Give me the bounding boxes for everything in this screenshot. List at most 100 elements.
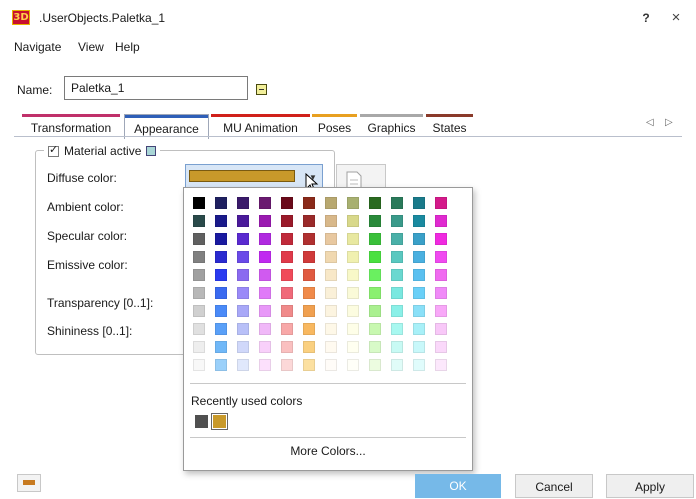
color-swatch[interactable] [193, 341, 205, 353]
color-swatch[interactable] [391, 287, 403, 299]
color-swatch[interactable] [435, 233, 447, 245]
color-swatch[interactable] [435, 197, 447, 209]
color-swatch[interactable] [347, 341, 359, 353]
color-swatch[interactable] [259, 197, 271, 209]
color-swatch[interactable] [413, 197, 425, 209]
color-swatch[interactable] [369, 341, 381, 353]
color-swatch[interactable] [259, 251, 271, 263]
menu-navigate[interactable]: Navigate [14, 40, 61, 54]
color-swatch[interactable] [435, 251, 447, 263]
color-swatch[interactable] [369, 197, 381, 209]
color-swatch[interactable] [281, 341, 293, 353]
color-swatch[interactable] [303, 359, 315, 371]
color-swatch[interactable] [391, 197, 403, 209]
color-swatch[interactable] [391, 215, 403, 227]
color-swatch[interactable] [281, 197, 293, 209]
color-swatch[interactable] [237, 233, 249, 245]
color-swatch[interactable] [347, 287, 359, 299]
color-swatch[interactable] [413, 323, 425, 335]
color-swatch[interactable] [369, 233, 381, 245]
color-swatch[interactable] [391, 359, 403, 371]
color-swatch[interactable] [215, 341, 227, 353]
color-swatch[interactable] [281, 233, 293, 245]
color-swatch[interactable] [435, 215, 447, 227]
color-swatch[interactable] [259, 269, 271, 281]
color-swatch[interactable] [325, 359, 337, 371]
menu-view[interactable]: View [78, 40, 104, 54]
color-swatch[interactable] [303, 197, 315, 209]
color-swatch[interactable] [325, 269, 337, 281]
tab-scroll-left-icon[interactable]: ◁ [646, 117, 654, 128]
apply-button[interactable]: Apply [606, 474, 694, 498]
color-swatch[interactable] [303, 269, 315, 281]
color-swatch[interactable] [215, 359, 227, 371]
color-swatch[interactable] [325, 197, 337, 209]
tab-transformation[interactable]: Transformation [22, 114, 120, 136]
color-swatch[interactable] [237, 359, 249, 371]
color-swatch[interactable] [325, 323, 337, 335]
color-swatch[interactable] [281, 287, 293, 299]
color-swatch[interactable] [391, 323, 403, 335]
color-swatch[interactable] [347, 323, 359, 335]
color-swatch[interactable] [259, 215, 271, 227]
color-swatch[interactable] [369, 359, 381, 371]
tab-graphics[interactable]: Graphics [360, 114, 423, 136]
color-swatch[interactable] [325, 215, 337, 227]
color-swatch[interactable] [193, 269, 205, 281]
color-swatch[interactable] [325, 305, 337, 317]
color-swatch[interactable] [413, 215, 425, 227]
color-swatch[interactable] [391, 269, 403, 281]
color-swatch[interactable] [237, 323, 249, 335]
color-swatch[interactable] [391, 341, 403, 353]
color-swatch[interactable] [325, 287, 337, 299]
color-swatch[interactable] [281, 215, 293, 227]
color-swatch[interactable] [237, 197, 249, 209]
color-swatch[interactable] [193, 323, 205, 335]
color-swatch[interactable] [303, 233, 315, 245]
color-swatch[interactable] [391, 305, 403, 317]
color-swatch[interactable] [259, 359, 271, 371]
color-swatch[interactable] [369, 251, 381, 263]
color-swatch[interactable] [259, 323, 271, 335]
ok-button[interactable]: OK [415, 474, 501, 498]
color-swatch[interactable] [347, 251, 359, 263]
name-options-button[interactable] [256, 84, 267, 95]
color-swatch[interactable] [435, 269, 447, 281]
tab-scroll-right-icon[interactable]: ▷ [665, 117, 673, 128]
color-swatch[interactable] [413, 251, 425, 263]
color-swatch[interactable] [193, 233, 205, 245]
color-swatch[interactable] [281, 251, 293, 263]
color-swatch[interactable] [369, 287, 381, 299]
color-swatch[interactable] [259, 305, 271, 317]
color-swatch[interactable] [435, 323, 447, 335]
name-input[interactable] [64, 76, 248, 100]
color-swatch[interactable] [369, 269, 381, 281]
color-swatch[interactable] [215, 269, 227, 281]
color-swatch[interactable] [303, 323, 315, 335]
color-swatch[interactable] [215, 287, 227, 299]
color-swatch[interactable] [215, 215, 227, 227]
color-swatch[interactable] [413, 233, 425, 245]
color-swatch[interactable] [215, 197, 227, 209]
color-swatch[interactable] [303, 341, 315, 353]
tab-mu-animation[interactable]: MU Animation [211, 114, 310, 136]
tab-poses[interactable]: Poses [312, 114, 357, 136]
color-swatch[interactable] [237, 287, 249, 299]
color-swatch[interactable] [193, 251, 205, 263]
color-swatch[interactable] [347, 305, 359, 317]
color-swatch[interactable] [193, 287, 205, 299]
color-swatch[interactable] [325, 251, 337, 263]
color-swatch[interactable] [237, 341, 249, 353]
menu-help[interactable]: Help [115, 40, 140, 54]
color-swatch[interactable] [435, 287, 447, 299]
color-swatch[interactable] [281, 323, 293, 335]
color-swatch[interactable] [237, 215, 249, 227]
color-swatch[interactable] [259, 233, 271, 245]
cancel-button[interactable]: Cancel [515, 474, 593, 498]
color-swatch[interactable] [347, 269, 359, 281]
color-swatch[interactable] [435, 305, 447, 317]
color-swatch[interactable] [347, 215, 359, 227]
color-swatch[interactable] [413, 269, 425, 281]
close-button[interactable]: × [664, 9, 688, 27]
color-swatch[interactable] [413, 341, 425, 353]
